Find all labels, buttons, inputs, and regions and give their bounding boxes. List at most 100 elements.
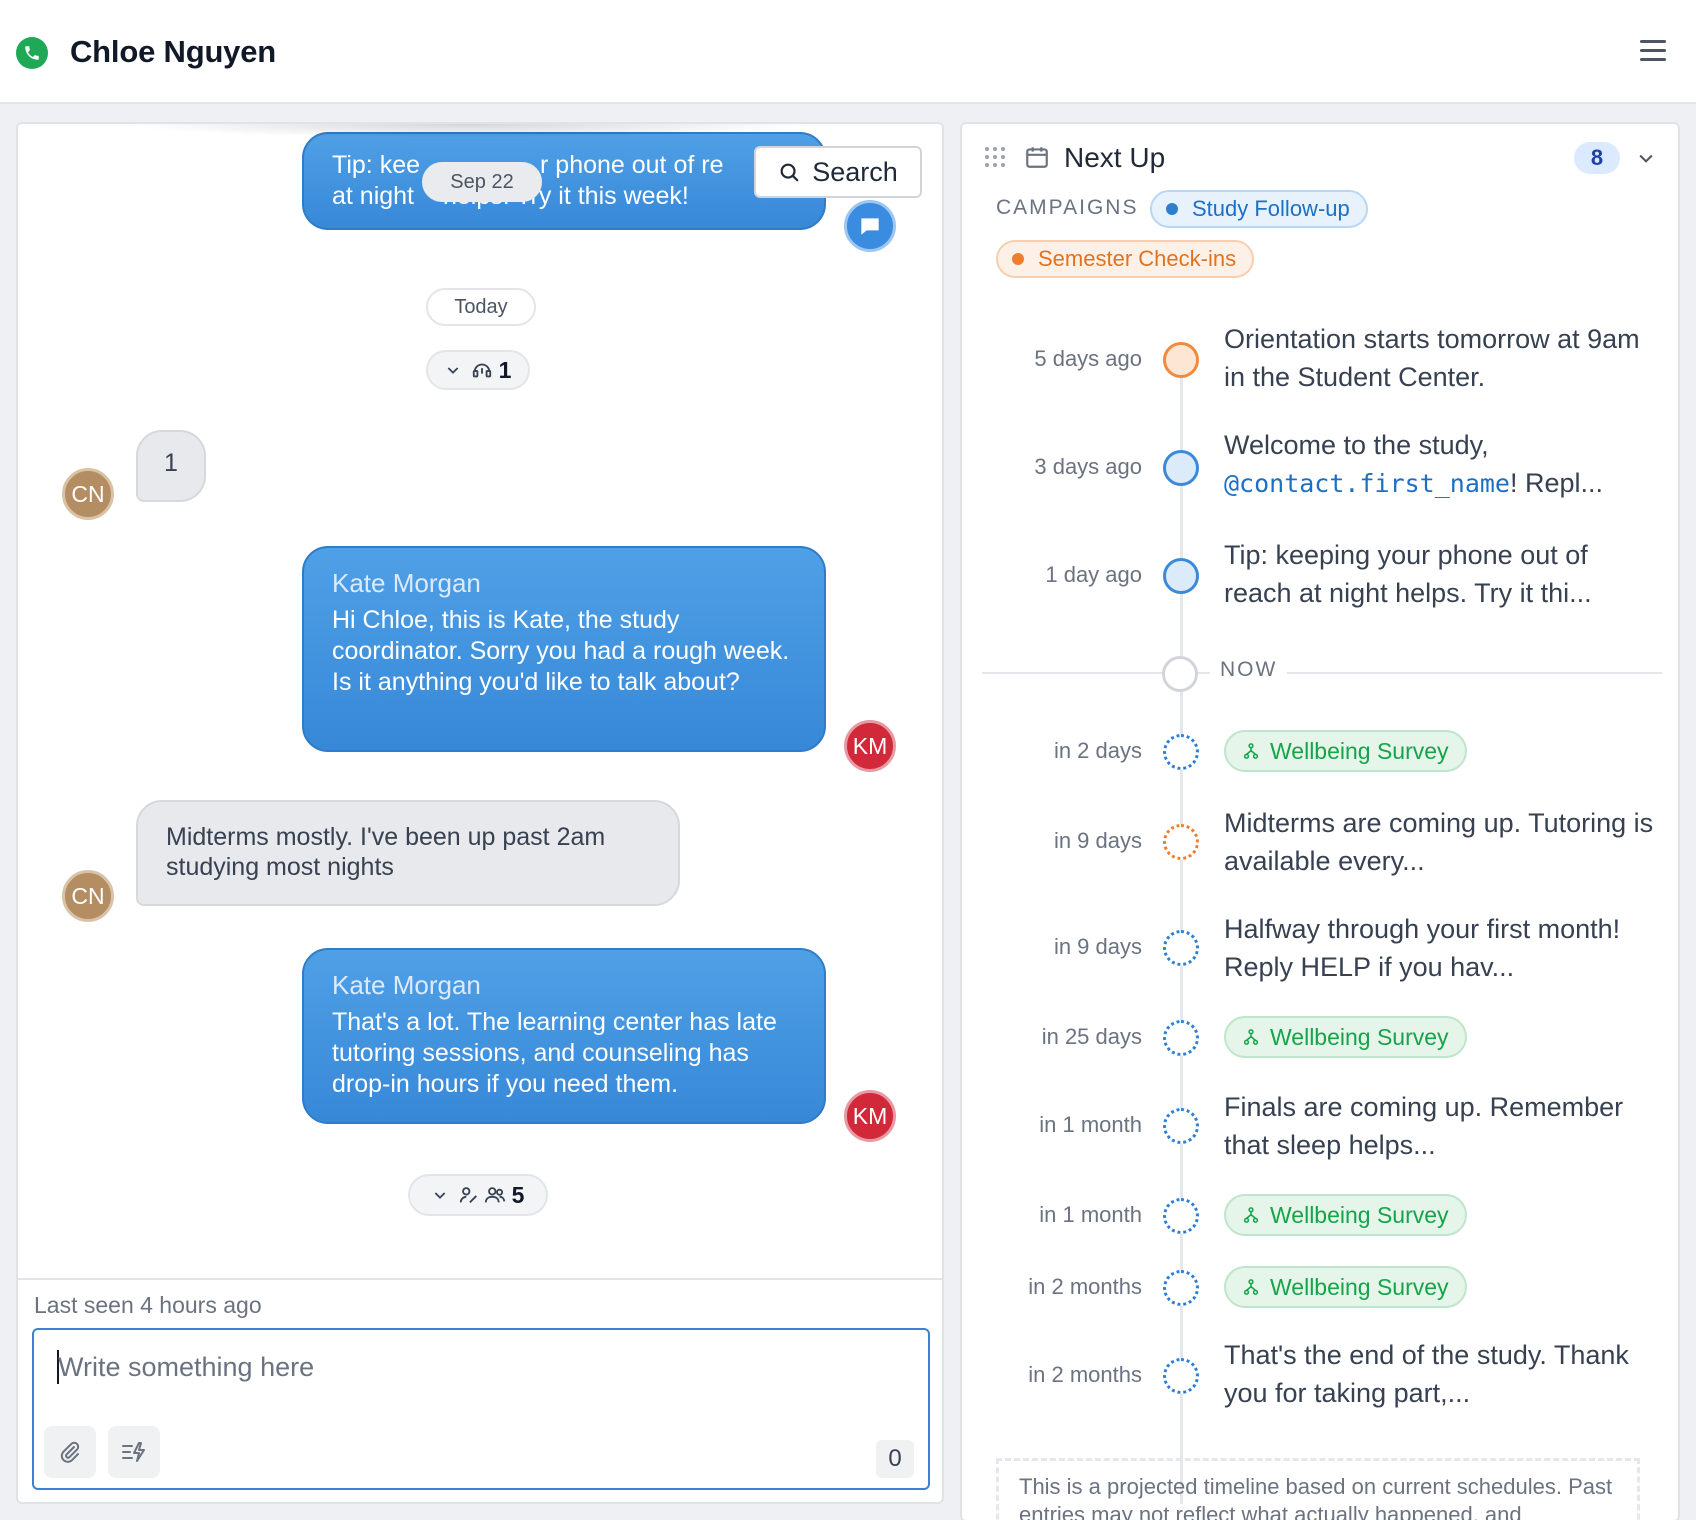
- timeline-message[interactable]: Finals are coming up. Remember that slee…: [1224, 1088, 1654, 1164]
- timeline-message[interactable]: Welcome to the study, @contact.first_nam…: [1224, 426, 1654, 503]
- survey-tag[interactable]: Wellbeing Survey: [1224, 1016, 1467, 1058]
- chevron-down-icon[interactable]: [1636, 148, 1656, 168]
- timeline-node-past: [1163, 558, 1199, 594]
- survey-tag[interactable]: Wellbeing Survey: [1224, 1194, 1467, 1236]
- staff-avatar: KM: [844, 1090, 896, 1142]
- campaign-color-dot: [1166, 203, 1178, 215]
- character-count: 0: [876, 1440, 914, 1478]
- timeline-time: in 9 days: [1053, 934, 1142, 959]
- timeline-time: in 2 days: [1053, 738, 1142, 763]
- timeline-time: in 1 month: [1039, 1202, 1142, 1227]
- message-bubble-incoming[interactable]: Midterms mostly. I've been up past 2am s…: [136, 800, 680, 906]
- search-button-label: Search: [812, 156, 898, 187]
- chat-bubble-icon: [861, 218, 879, 235]
- attach-button[interactable]: [44, 1426, 96, 1478]
- system-avatar: [844, 200, 896, 252]
- timeline-node-past: [1163, 450, 1199, 486]
- timeline-node-future: [1163, 1270, 1199, 1306]
- date-chip: Sep 22: [422, 162, 542, 202]
- collapsed-count: 1: [498, 356, 512, 383]
- message-list[interactable]: Tip: kee r phone out of re at night helps…: [18, 124, 942, 1278]
- sender-name: Kate Morgan: [332, 568, 481, 598]
- next-up-title: Next Up: [1064, 142, 1166, 173]
- phone-icon: [16, 37, 48, 69]
- message-bubble-incoming[interactable]: 1: [136, 430, 206, 502]
- campaign-name: Study Follow-up: [1192, 196, 1350, 221]
- message-bubble-outgoing[interactable]: Kate Morgan Hi Chloe, this is Kate, the …: [302, 546, 826, 752]
- survey-tag[interactable]: Wellbeing Survey: [1224, 730, 1467, 772]
- collapsed-events-toggle[interactable]: 5: [408, 1174, 548, 1216]
- merge-field-mention: @contact.first_name: [1224, 469, 1510, 498]
- campaign-tag-study-follow-up[interactable]: Study Follow-up: [1150, 190, 1368, 228]
- timeline-node-future: [1163, 1020, 1199, 1056]
- next-up-panel: Next Up 8 CAMPAIGNS Study Follow-up Seme…: [960, 122, 1680, 1520]
- timeline-message[interactable]: That's the end of the study. Thank you f…: [1224, 1336, 1654, 1412]
- message-bubble-outgoing[interactable]: Kate Morgan That's a lot. The learning c…: [302, 948, 826, 1124]
- message-composer[interactable]: Write something here 0: [32, 1328, 930, 1490]
- search-icon: [780, 163, 799, 182]
- date-chip-today: Today: [426, 288, 536, 326]
- now-node: [1162, 656, 1198, 692]
- timeline-node-future: [1163, 1108, 1199, 1144]
- scroll-shadow: [118, 124, 818, 138]
- composer-placeholder[interactable]: Write something here: [58, 1352, 314, 1383]
- calendar-icon: [1026, 147, 1048, 168]
- collapsed-count: 5: [511, 1181, 525, 1208]
- message-text: Tip: kee r phone out of re: [332, 151, 724, 179]
- chat-panel: Tip: kee r phone out of re at night helps…: [16, 122, 944, 1504]
- timeline-node-future: [1163, 1198, 1199, 1234]
- message-text: 1: [164, 449, 178, 477]
- survey-name: Wellbeing Survey: [1270, 737, 1449, 764]
- timeline-message[interactable]: Midterms are coming up. Tutoring is avai…: [1224, 804, 1654, 880]
- survey-name: Wellbeing Survey: [1270, 1201, 1449, 1228]
- conversation-header: Chloe Nguyen: [0, 0, 1696, 104]
- timeline-node-future: [1163, 824, 1199, 860]
- survey-name: Wellbeing Survey: [1270, 1273, 1449, 1300]
- contact-avatar: CN: [62, 870, 114, 922]
- branch-icon: [1243, 743, 1259, 759]
- timeline-message[interactable]: Orientation starts tomorrow at 9am in th…: [1224, 320, 1654, 396]
- timeline-time: 5 days ago: [1034, 346, 1142, 371]
- timeline-time: in 9 days: [1053, 828, 1142, 853]
- sender-name: Kate Morgan: [332, 970, 481, 1000]
- timeline-time: in 1 month: [1039, 1112, 1142, 1137]
- message-text: That's a lot. The learning center has la…: [332, 1008, 777, 1098]
- timeline-node-past: [1163, 342, 1199, 378]
- branch-icon: [1243, 1279, 1259, 1295]
- message-text: Hi Chloe, this is Kate, the study coordi…: [332, 606, 790, 696]
- projection-disclaimer: This is a projected timeline based on cu…: [996, 1458, 1640, 1520]
- branch-icon: [1243, 1029, 1259, 1045]
- timeline-time: in 2 months: [1028, 1362, 1142, 1387]
- headset-icon: [472, 363, 491, 378]
- drag-handle-icon[interactable]: [984, 146, 1006, 168]
- now-label: NOW: [1210, 658, 1288, 682]
- quick-actions-button[interactable]: [108, 1426, 160, 1478]
- group-icon: [484, 1187, 505, 1203]
- search-button[interactable]: Search: [754, 146, 922, 198]
- divider: [18, 1278, 942, 1280]
- contact-avatar: CN: [62, 468, 114, 520]
- timeline-time: in 25 days: [1041, 1024, 1142, 1049]
- message-text: at night helps. Try it this week!: [332, 182, 689, 210]
- timeline-node-future: [1163, 930, 1199, 966]
- timeline-node-future: [1163, 1358, 1199, 1394]
- lightning-list-icon: [122, 1442, 145, 1462]
- staff-avatar: KM: [844, 720, 896, 772]
- campaign-name: Semester Check-ins: [1038, 246, 1237, 271]
- message-bubble-outgoing[interactable]: Tip: kee r phone out of re at night helps…: [302, 132, 826, 230]
- now-divider: [982, 672, 1662, 674]
- campaign-tag-semester-check-ins[interactable]: Semester Check-ins: [996, 240, 1255, 278]
- signature-icon: [459, 1187, 477, 1203]
- contact-name: Chloe Nguyen: [70, 34, 277, 69]
- collapsed-events-toggle[interactable]: 1: [426, 350, 530, 390]
- timeline-time: 3 days ago: [1034, 454, 1142, 479]
- paperclip-icon: [60, 1441, 80, 1463]
- timeline-message[interactable]: Tip: keeping your phone out of reach at …: [1224, 536, 1654, 612]
- last-seen-text: Last seen 4 hours ago: [34, 1292, 262, 1318]
- message-text: Welcome to the study,: [1224, 430, 1489, 460]
- survey-tag[interactable]: Wellbeing Survey: [1224, 1266, 1467, 1308]
- campaigns-label: CAMPAIGNS: [996, 196, 1139, 219]
- timeline-message[interactable]: Halfway through your first month! Reply …: [1224, 910, 1654, 986]
- chevron-down-icon: [447, 367, 458, 374]
- hamburger-menu-icon[interactable]: [1640, 40, 1668, 68]
